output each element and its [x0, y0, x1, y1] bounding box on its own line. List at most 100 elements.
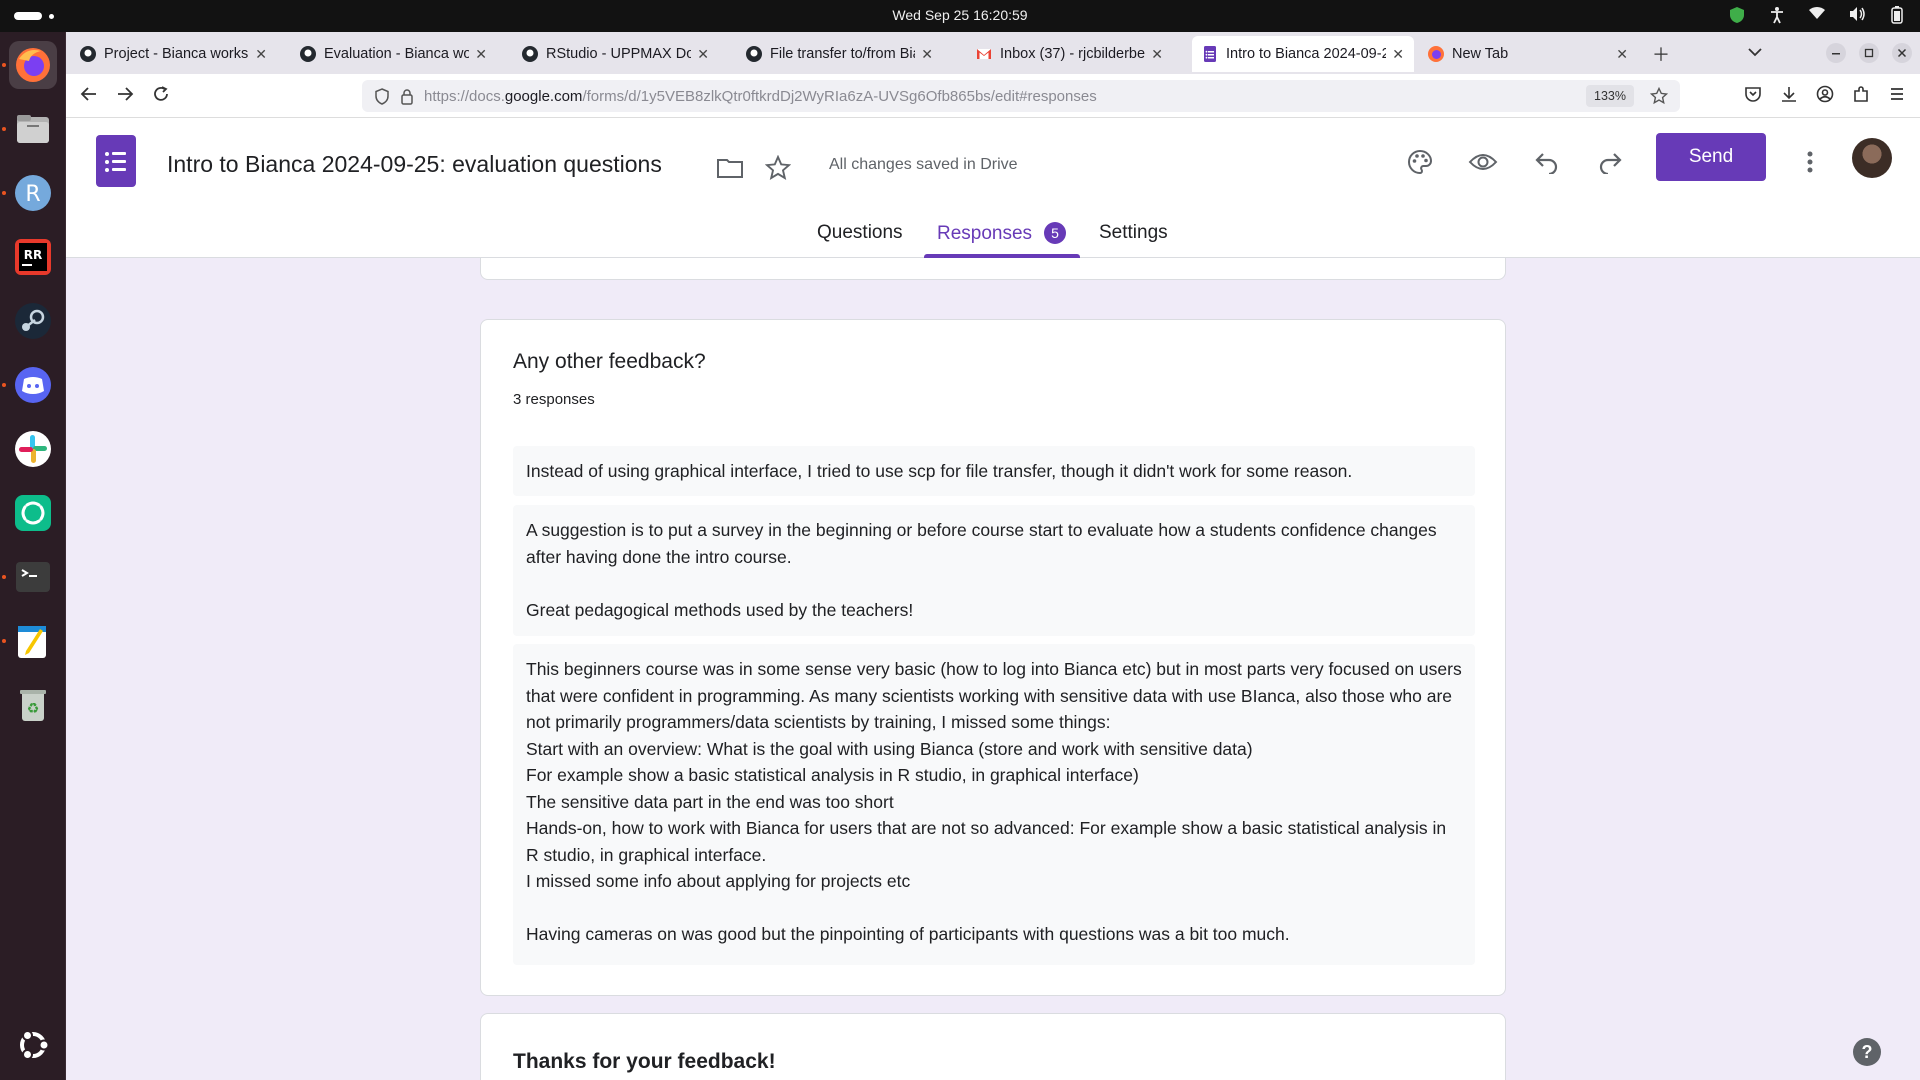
previous-question-card: [480, 258, 1506, 280]
browser-navigation-bar: https://docs.google.com/forms/d/1y5VEB8z…: [66, 74, 1920, 118]
browser-tab[interactable]: Project - Bianca workshop ✕: [70, 36, 277, 72]
volume-icon[interactable]: [1848, 6, 1866, 24]
close-icon[interactable]: ✕: [1151, 46, 1163, 63]
tab-title: RStudio - UPPMAX Docum: [546, 46, 692, 62]
star-icon[interactable]: [760, 150, 796, 186]
system-top-bar: Wed Sep 25 16:20:59: [0, 0, 1920, 32]
forms-header: Intro to Bianca 2024-09-25: evaluation q…: [66, 118, 1920, 258]
tab-questions[interactable]: Questions: [817, 222, 903, 244]
tab-responses[interactable]: Responses 5: [937, 222, 1067, 245]
browser-tab[interactable]: New Tab ✕: [1418, 36, 1638, 72]
tab-responses-label: Responses: [937, 223, 1033, 244]
form-tabs: Questions Responses 5 Settings: [66, 218, 1920, 258]
maximize-window-button[interactable]: [1859, 43, 1879, 68]
avatar[interactable]: [1852, 138, 1892, 178]
menu-icon[interactable]: [1888, 85, 1906, 108]
close-icon[interactable]: ✕: [475, 46, 487, 63]
lock-icon[interactable]: [400, 88, 414, 110]
rustrover-icon[interactable]: RR: [9, 233, 57, 281]
ubuntu-apps-icon[interactable]: [9, 1021, 57, 1069]
firefox-icon: [1428, 46, 1444, 62]
svg-text:RR: RR: [24, 248, 42, 262]
form-title[interactable]: Intro to Bianca 2024-09-25: evaluation q…: [167, 151, 662, 178]
url-prefix: https://docs.: [424, 88, 505, 105]
forward-arrow-icon[interactable]: [116, 85, 134, 108]
url-domain: google.com: [504, 88, 583, 105]
steam-icon[interactable]: [9, 297, 57, 345]
bookmark-star-icon[interactable]: [1649, 86, 1669, 110]
next-section-card: Thanks for your feedback!: [480, 1013, 1506, 1080]
pocket-icon[interactable]: [1744, 85, 1762, 108]
responses-count-badge: 5: [1044, 222, 1067, 244]
response-item: This beginners course was in some sense …: [513, 644, 1475, 965]
browser-tab[interactable]: Evaluation - Bianca works ✕: [290, 36, 497, 72]
close-icon[interactable]: ✕: [1616, 46, 1628, 63]
gmail-icon: [976, 46, 992, 62]
tab-settings[interactable]: Settings: [1099, 222, 1168, 244]
response-text: Instead of using graphical interface, I …: [526, 461, 1353, 481]
accessibility-icon[interactable]: [1768, 6, 1786, 24]
response-text: This beginners course was in some sense …: [526, 659, 1462, 944]
preview-eye-icon[interactable]: [1465, 144, 1501, 180]
tracking-shield-icon[interactable]: [374, 88, 390, 110]
redo-icon[interactable]: [1592, 144, 1628, 180]
downloads-icon[interactable]: [1780, 85, 1798, 108]
send-button[interactable]: Send: [1656, 133, 1766, 181]
browser-tab-active[interactable]: Intro to Bianca 2024-09-2 ✕: [1192, 36, 1414, 72]
github-icon: [80, 46, 96, 62]
forms-icon: [1202, 46, 1218, 62]
wifi-icon[interactable]: [1808, 6, 1826, 24]
discord-icon[interactable]: [2, 361, 57, 409]
tab-title: Evaluation - Bianca works: [324, 46, 470, 62]
slack-icon[interactable]: [9, 425, 57, 473]
extensions-icon[interactable]: [1852, 85, 1870, 108]
battery-icon[interactable]: [1888, 6, 1906, 24]
browser-tab[interactable]: RStudio - UPPMAX Docum ✕: [512, 36, 719, 72]
undo-icon[interactable]: [1529, 144, 1565, 180]
trash-icon[interactable]: ♻: [9, 681, 57, 729]
back-arrow-icon[interactable]: [80, 85, 98, 108]
svg-text:R: R: [25, 182, 40, 207]
palette-icon[interactable]: [1402, 144, 1438, 180]
element-icon[interactable]: [9, 489, 57, 537]
files-icon[interactable]: [2, 105, 57, 153]
folder-icon[interactable]: [712, 150, 748, 186]
firefox-icon[interactable]: [2, 41, 57, 89]
close-icon[interactable]: ✕: [697, 46, 709, 63]
tab-title: Intro to Bianca 2024-09-2: [1226, 46, 1387, 62]
r-icon[interactable]: R: [2, 169, 57, 217]
chevron-down-icon[interactable]: [1748, 44, 1762, 60]
response-item: Instead of using graphical interface, I …: [513, 446, 1475, 496]
close-icon[interactable]: ✕: [921, 46, 933, 63]
more-vert-icon[interactable]: [1792, 144, 1828, 180]
system-clock[interactable]: Wed Sep 25 16:20:59: [0, 7, 1920, 23]
question-summary-card: Any other feedback? 3 responses Instead …: [480, 319, 1506, 996]
tab-title: New Tab: [1452, 46, 1509, 62]
reload-icon[interactable]: [152, 85, 170, 108]
account-icon[interactable]: [1816, 85, 1834, 108]
shield-icon[interactable]: [1728, 6, 1746, 24]
close-icon[interactable]: ✕: [1392, 46, 1404, 63]
responses-content: Any other feedback? 3 responses Instead …: [66, 258, 1920, 1080]
address-bar[interactable]: https://docs.google.com/forms/d/1y5VEB8z…: [362, 80, 1680, 112]
svg-text:♻: ♻: [27, 701, 40, 717]
url-text[interactable]: https://docs.google.com/forms/d/1y5VEB8z…: [424, 88, 1097, 105]
system-tray[interactable]: [1728, 6, 1906, 24]
close-window-button[interactable]: [1892, 43, 1912, 68]
new-tab-button[interactable]: ＋: [1652, 41, 1670, 67]
question-title: Any other feedback?: [513, 350, 706, 373]
minimize-window-button[interactable]: [1826, 43, 1846, 68]
google-forms-logo[interactable]: [96, 135, 136, 187]
github-icon: [300, 46, 316, 62]
url-path: /forms/d/1y5VEB8zlkQtr0ftkrdDj2WyRIa6zA-…: [582, 88, 1097, 105]
section-title: Thanks for your feedback!: [513, 1050, 776, 1073]
browser-tab[interactable]: Inbox (37) - rjcbilderbeek ✕: [966, 36, 1173, 72]
close-icon[interactable]: ✕: [255, 46, 267, 63]
browser-tab[interactable]: File transfer to/from Bian ✕: [736, 36, 943, 72]
text-editor-icon[interactable]: [2, 617, 57, 665]
help-icon[interactable]: ?: [1853, 1038, 1881, 1066]
tab-title: Project - Bianca workshop: [104, 46, 249, 62]
save-status: All changes saved in Drive: [829, 156, 1018, 173]
terminal-icon[interactable]: [2, 553, 57, 601]
zoom-level[interactable]: 133%: [1586, 85, 1634, 107]
